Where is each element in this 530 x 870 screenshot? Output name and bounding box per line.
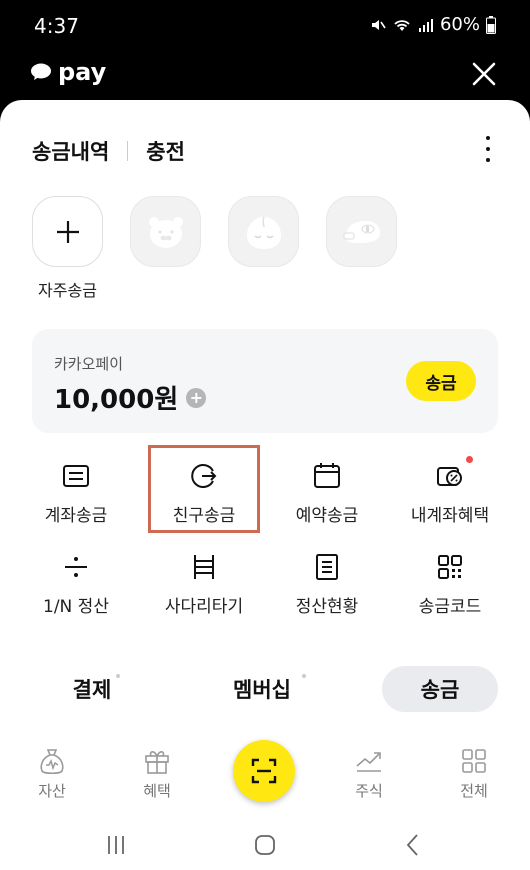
stock-chart-icon — [356, 752, 381, 772]
menu-friend-transfer[interactable]: 친구송금 — [138, 461, 270, 526]
app-header: pay — [0, 52, 530, 100]
speech-bubble-icon — [31, 63, 51, 80]
friend-avatar[interactable] — [130, 196, 201, 267]
gift-icon — [145, 751, 169, 774]
menu-ladder-game[interactable]: 사다리타기 — [138, 552, 270, 617]
tab-dot — [302, 674, 306, 678]
nav-all[interactable]: 전체 — [444, 746, 504, 801]
menu-my-account-benefits[interactable]: 내계좌혜택 — [384, 461, 516, 526]
frequent-friend[interactable] — [326, 196, 397, 301]
system-navigation-bar — [0, 820, 530, 870]
logo-text: pay — [58, 58, 107, 86]
tab-payment[interactable]: 결제 — [42, 666, 142, 712]
tab-divider — [127, 141, 129, 161]
nav-benefits[interactable]: 혜택 — [127, 746, 187, 801]
recent-apps-icon[interactable] — [101, 830, 131, 860]
plus-icon — [56, 220, 79, 243]
balance-amount: 10,000원 — [54, 385, 179, 415]
nav-assets[interactable]: 자산 — [22, 746, 82, 801]
transfer-sheet: 송금내역 충전 자주송금 카카오페이 10,000원 + 송금 계좌송금 친구송… — [0, 100, 530, 870]
wifi-icon — [394, 19, 410, 31]
tab-membership[interactable]: 멤버십 — [212, 666, 312, 712]
menu-label: 친구송금 — [172, 506, 236, 526]
ryan-character-icon — [148, 216, 183, 248]
tab-dot — [116, 674, 120, 678]
balance-card: 카카오페이 10,000원 + 송금 — [32, 329, 498, 433]
status-time: 4:37 — [34, 14, 79, 38]
top-tabs: 송금내역 충전 — [32, 136, 185, 166]
menu-label: 사다리타기 — [164, 597, 244, 617]
more-options-icon[interactable] — [478, 136, 498, 162]
home-icon[interactable] — [250, 830, 280, 860]
friend-transfer-icon — [191, 464, 217, 488]
menu-transfer-code[interactable]: 송금코드 — [384, 552, 516, 617]
frequent-add-label: 자주송금 — [38, 281, 97, 300]
benefit-coupon-icon — [437, 467, 462, 486]
bottom-nav: 자산 혜택 주식 전체 — [0, 740, 530, 810]
menu-split-bill[interactable]: 1/N 정산 — [10, 552, 142, 617]
add-balance-button[interactable]: + — [186, 387, 207, 408]
menu-scheduled-transfer[interactable]: 예약송금 — [261, 461, 393, 526]
scan-icon — [251, 758, 277, 784]
tab-transfer[interactable]: 송금 — [382, 666, 498, 712]
divide-icon — [65, 557, 87, 577]
grid-menu-icon — [462, 749, 486, 773]
apeach-character-icon — [246, 216, 281, 249]
mute-icon — [371, 19, 386, 30]
friend-avatar[interactable] — [326, 196, 397, 267]
friend-avatar[interactable] — [228, 196, 299, 267]
nav-label: 혜택 — [143, 782, 171, 800]
menu-label: 정산현황 — [295, 597, 359, 617]
menu-label: 내계좌혜택 — [410, 506, 490, 526]
menu-account-transfer[interactable]: 계좌송금 — [10, 461, 142, 526]
jay-g-character-icon — [343, 220, 380, 243]
add-frequent-button[interactable] — [32, 196, 103, 267]
mode-tabs: 결제 멤버십 송금 — [0, 666, 530, 714]
scan-button[interactable] — [233, 740, 295, 802]
frequent-friend[interactable] — [130, 196, 201, 301]
tab-transfer-history[interactable]: 송금내역 — [32, 136, 109, 166]
notification-dot — [466, 456, 473, 463]
menu-label: 1/N 정산 — [43, 597, 109, 617]
balance-account-name: 카카오페이 — [54, 355, 124, 373]
nav-label: 자산 — [38, 782, 66, 800]
nav-stocks[interactable]: 주식 — [339, 746, 399, 801]
status-icons: 60% — [370, 14, 496, 35]
qr-code-icon — [438, 555, 462, 579]
back-icon[interactable] — [398, 830, 428, 860]
close-icon[interactable] — [470, 60, 498, 88]
ladder-icon — [194, 555, 214, 579]
menu-label: 예약송금 — [295, 506, 359, 526]
battery-percent: 60% — [439, 14, 480, 35]
receipt-icon — [316, 554, 338, 580]
money-bag-icon — [40, 749, 64, 775]
send-button[interactable]: 송금 — [406, 361, 476, 401]
frequent-transfers: 자주송금 — [32, 196, 397, 301]
menu-label: 계좌송금 — [44, 506, 108, 526]
frequent-friend[interactable] — [228, 196, 299, 301]
nav-label: 전체 — [460, 782, 488, 800]
calendar-icon — [314, 463, 340, 488]
battery-icon — [486, 15, 496, 34]
kakaopay-logo: pay — [30, 58, 106, 86]
menu-label: 송금코드 — [418, 597, 482, 617]
status-bar: 4:37 60% — [0, 0, 530, 52]
menu-settlement-status[interactable]: 정산현황 — [261, 552, 393, 617]
nav-label: 주식 — [355, 782, 383, 800]
tab-charge[interactable]: 충전 — [146, 136, 185, 166]
account-card-icon — [63, 465, 89, 487]
frequent-add[interactable]: 자주송금 — [32, 196, 103, 301]
signal-icon — [418, 18, 433, 32]
balance-amount-row: 10,000원 + — [54, 379, 207, 416]
